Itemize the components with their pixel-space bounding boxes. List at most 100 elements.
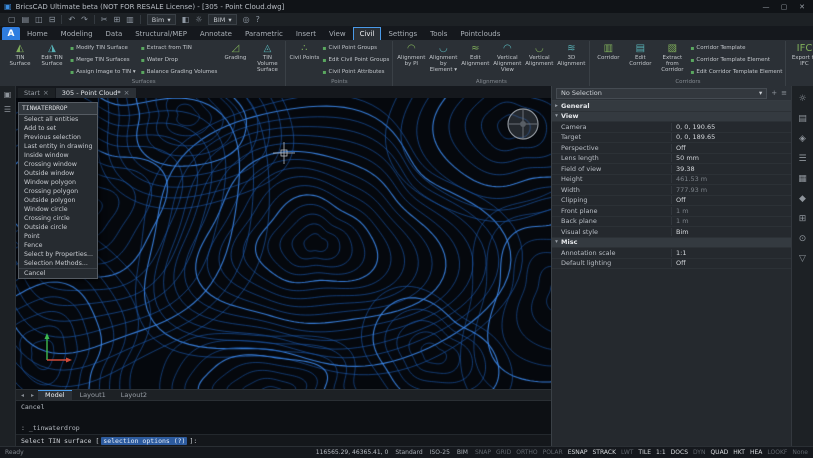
property-value[interactable]: 777.93 m [671,185,791,194]
command-history[interactable]: Cancel : _tinwaterdrop [16,400,551,434]
property-value[interactable]: Off [671,196,791,205]
close-icon[interactable]: × [124,89,130,97]
menu-item[interactable]: Crossing circle [19,214,97,223]
ribbon-button[interactable]: ◡ Vertical Alignment [524,42,554,78]
ribbon-button[interactable]: ◮ Edit TIN Surface [37,42,67,78]
menu-item[interactable]: Outside window [19,169,97,178]
property-value[interactable]: 0, 0, 190.65 [671,122,791,131]
ribbon-button[interactable]: ◿ Grading [220,42,250,78]
property-value[interactable]: Off [671,259,791,268]
property-value[interactable]: 50 mm [671,154,791,163]
workspace-field[interactable]: BIM [457,449,468,456]
ribbon-button[interactable]: ▪ Corridor Template Element [690,54,782,66]
status-toggle[interactable]: DYN [693,449,705,456]
status-toggle[interactable]: DOCS [671,449,688,456]
panel-sheets-icon[interactable]: ▤ [798,114,807,124]
property-value[interactable]: 1:1 [671,248,791,257]
ribbon-button[interactable]: ≋ 3D Alignment [556,42,586,78]
paste-icon[interactable]: ▥ [126,15,134,25]
ribbon-button[interactable]: ▪ Edit Civil Point Groups [322,54,389,66]
command-prompt[interactable]: Select TIN surface [ selection options (… [16,434,551,446]
ribbon-button[interactable]: ◠ Vertical Alignment View [492,42,522,78]
status-toggle[interactable]: HKT [733,449,745,456]
status-toggle[interactable]: STRACK [593,449,617,456]
ribbon-button[interactable]: ▥ Corridor [593,42,623,78]
status-toggle[interactable]: None [792,449,808,456]
ribbon-tab[interactable]: Annotate [194,28,238,40]
layers-icon[interactable]: ☰ [4,105,11,114]
ribbon-button[interactable]: ◡ Alignment by Element ▾ [428,42,458,78]
ribbon-button[interactable]: ▪ Balance Grading Volumes [141,66,218,78]
ribbon-button[interactable]: ▪ Extract from TIN [141,42,218,54]
drawing-viewport[interactable]: TINWATERDROP Select all entities Add to … [16,98,551,389]
section-toggle-icon[interactable]: ▾ [552,239,561,245]
menu-item[interactable]: Outside polygon [19,196,97,205]
menu-item[interactable]: Select all entities [19,115,97,124]
status-toggle[interactable]: GRID [496,449,511,456]
ribbon-tab[interactable]: Structural/MEP [129,28,193,40]
pick-add-icon[interactable]: + [771,89,777,97]
panel-menu-icon[interactable]: ≡ [781,89,787,97]
menu-item[interactable]: Last entity in drawing [19,142,97,151]
section-toggle-icon[interactable]: ▸ [552,103,561,109]
ribbon-button[interactable]: IFC Export to IFC [789,42,813,78]
tab-prev-icon[interactable]: ◂ [18,392,27,399]
open-file-icon[interactable]: ▤ [22,15,30,25]
menu-item[interactable]: Selection Methods... [19,259,97,268]
ribbon-button[interactable]: ▪ Water Drop [141,54,218,66]
workspace-select[interactable]: Bim ▾ [146,14,176,25]
panel-materials-icon[interactable]: ◈ [799,134,806,144]
viewport-icon[interactable]: ▣ [4,90,12,99]
property-value[interactable]: Bim [671,227,791,236]
ribbon-button[interactable]: ▪ Civil Point Groups [322,42,389,54]
print-icon[interactable]: ⊟ [49,15,56,25]
selection-filter-select[interactable]: No Selection ▾ [556,87,768,99]
menu-item[interactable]: Point [19,232,97,241]
panel-structure-icon[interactable]: ☰ [798,154,806,164]
menu-item[interactable]: Window polygon [19,178,97,187]
property-value[interactable]: Off [671,143,791,152]
menu-item[interactable]: Inside window [19,151,97,160]
current-style[interactable]: Standard [395,449,422,456]
help-icon[interactable]: ? [256,15,260,25]
ribbon-tab[interactable]: Modeling [55,28,99,40]
ribbon-tab[interactable]: Civil [352,27,382,40]
property-value[interactable]: 1 m [671,217,791,226]
property-value[interactable]: 0, 0, 189.65 [671,133,791,142]
close-icon[interactable]: × [43,89,49,97]
menu-item[interactable]: Cancel [19,268,97,278]
ribbon-button[interactable]: ▪ Assign Image to TIN ▾ [70,66,136,78]
menu-item[interactable]: Add to set [19,124,97,133]
menu-item[interactable]: Outside circle [19,223,97,232]
property-value[interactable]: 1 m [671,206,791,215]
application-button[interactable]: A [2,27,20,40]
section-toggle-icon[interactable]: ▾ [552,113,561,119]
layout-tab[interactable]: Layout1 [73,390,113,400]
ribbon-tab[interactable]: View [323,28,352,40]
menu-item[interactable]: Fence [19,241,97,250]
ribbon-button[interactable]: ▪ Civil Point Attributes [322,66,389,78]
ribbon-button[interactable]: ▪ Merge TIN Surfaces [70,54,136,66]
ribbon-button[interactable]: ◭ TIN Surface [5,42,35,78]
ribbon-button[interactable]: ◠ Alignment by PI [396,42,426,78]
maximize-icon[interactable]: ▢ [777,3,791,11]
property-value[interactable]: 461.53 m [671,175,791,184]
property-value[interactable]: 39.38 [671,164,791,173]
menu-item[interactable]: Previous selection [19,133,97,142]
navigation-compass-icon[interactable] [505,106,541,142]
ribbon-button[interactable]: ▪ Modify TIN Surface [70,42,136,54]
panel-render-icon[interactable]: ⊙ [799,234,807,244]
panel-components-icon[interactable]: ◆ [799,194,806,204]
sun-light-icon[interactable]: ☼ [195,15,202,25]
ribbon-button[interactable]: ▧ Extract from Corridor [657,42,687,78]
panel-lighting-icon[interactable]: ☼ [798,94,806,104]
ribbon-tab[interactable]: Parametric [239,28,289,40]
prompt-option-link[interactable]: selection options (?) [101,436,188,445]
viewcube-icon[interactable]: ◧ [182,15,190,25]
close-icon[interactable]: ✕ [795,3,809,11]
ribbon-button[interactable]: ▪ Edit Corridor Template Element [690,66,782,78]
copy-icon[interactable]: ⊞ [114,15,121,25]
ribbon-button[interactable]: ∴ Civil Points [289,42,319,78]
cut-icon[interactable]: ✂ [101,15,108,25]
search-icon[interactable]: ◎ [243,15,250,25]
